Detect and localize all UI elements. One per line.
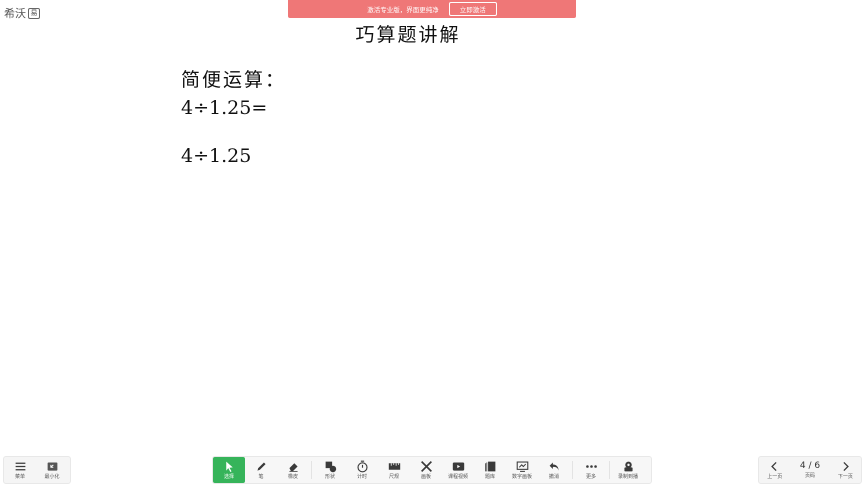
- tool-label: 更多: [585, 474, 596, 480]
- tool-label: 画板: [420, 474, 431, 480]
- page-navigator: 上一页 4 / 6 页码 下一页: [758, 456, 862, 484]
- tool-label: 最小化: [44, 474, 60, 480]
- main-toolbar: 选择 笔 橡皮 形状 计时 尺规 画板 课程视频 题库 数字画板 撤消 更多 录…: [212, 456, 652, 484]
- select-tool-button[interactable]: 选择: [213, 457, 245, 483]
- toolbar-divider: [609, 461, 610, 479]
- undo-icon: [549, 462, 559, 471]
- more-button[interactable]: 更多: [575, 457, 607, 483]
- digital-board-button[interactable]: 数字画板: [506, 457, 538, 483]
- more-icon: [585, 465, 597, 468]
- shape-tool-button[interactable]: 形状: [314, 457, 346, 483]
- ruler-tool-button[interactable]: 尺规: [378, 457, 410, 483]
- undo-button[interactable]: 撤消: [538, 457, 570, 483]
- minimize-icon: [47, 462, 57, 471]
- board-text-line[interactable]: 4÷1.25: [181, 145, 251, 167]
- question-bank-button[interactable]: 题库: [474, 457, 506, 483]
- digital-board-icon: [516, 461, 528, 472]
- pen-icon: [256, 462, 266, 471]
- board-text-line[interactable]: 简便运算：: [181, 65, 286, 92]
- tool-label: 数字画板: [511, 474, 532, 480]
- activation-banner: 激活专业版，界面更纯净 立即激活: [288, 0, 576, 18]
- chevron-left-icon: [771, 461, 777, 472]
- video-icon: [452, 462, 464, 471]
- record-icon: [623, 461, 633, 472]
- menu-icon: [15, 462, 25, 471]
- tool-label: 笔: [258, 474, 264, 480]
- drawing-board-icon: [420, 461, 432, 472]
- page-indicator[interactable]: 4 / 6 页码: [790, 457, 829, 483]
- tool-label: 上一页: [767, 474, 783, 480]
- timer-icon: [356, 460, 368, 473]
- course-video-button[interactable]: 课程视频: [442, 457, 474, 483]
- tool-label: 尺规: [388, 474, 399, 480]
- timer-tool-button[interactable]: 计时: [346, 457, 378, 483]
- minimize-button[interactable]: 最小化: [36, 457, 68, 483]
- page-number: 4 / 6: [799, 461, 821, 471]
- toolbar-divider: [311, 461, 312, 479]
- app-logo: 希沃 易: [4, 5, 40, 21]
- tool-label: 撤消: [548, 474, 559, 480]
- tool-label: 题库: [484, 474, 495, 480]
- next-page-button[interactable]: 下一页: [830, 457, 861, 483]
- shape-icon: [325, 461, 336, 473]
- logo-text: 希沃: [4, 7, 26, 20]
- eraser-icon: [288, 463, 298, 472]
- record-button[interactable]: 录制到播: [612, 457, 644, 483]
- logo-badge: 易: [28, 7, 40, 19]
- question-bank-icon: [484, 461, 495, 472]
- banner-message: 激活专业版，界面更纯净: [367, 6, 439, 14]
- whiteboard-window: 希沃 易 激活专业版，界面更纯净 立即激活 巧算题讲解 简便运算： 4÷1.25…: [0, 0, 864, 486]
- chevron-right-icon: [843, 461, 849, 472]
- activate-button[interactable]: 立即激活: [448, 2, 497, 16]
- left-toolbar: 菜单 最小化: [3, 456, 71, 484]
- tool-label: 形状: [324, 474, 335, 480]
- board-title: 巧算题讲解: [355, 24, 461, 46]
- cursor-icon: [225, 461, 233, 473]
- board-text-line[interactable]: 4÷1.25=: [181, 97, 267, 119]
- tool-label: 录制到播: [617, 474, 638, 480]
- eraser-tool-button[interactable]: 橡皮: [277, 457, 309, 483]
- menu-button[interactable]: 菜单: [4, 457, 36, 483]
- toolbar-divider: [572, 461, 573, 479]
- tool-label: 菜单: [14, 474, 25, 480]
- tool-label: 课程视频: [447, 474, 468, 480]
- prev-page-button[interactable]: 上一页: [759, 457, 790, 483]
- tool-label: 计时: [356, 474, 367, 480]
- tool-label: 页码: [805, 473, 816, 479]
- drawing-board-button[interactable]: 画板: [410, 457, 442, 483]
- pen-tool-button[interactable]: 笔: [245, 457, 277, 483]
- tool-label: 橡皮: [287, 474, 298, 480]
- tool-label: 选择: [223, 474, 234, 480]
- ruler-icon: [388, 463, 400, 470]
- tool-label: 下一页: [837, 474, 853, 480]
